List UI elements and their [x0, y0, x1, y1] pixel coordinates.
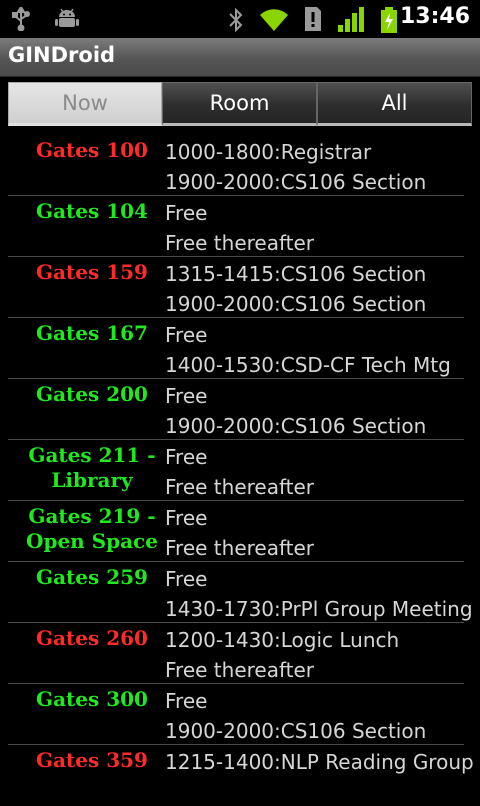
schedule-line-2: 1900-2000:CS106 Section	[165, 719, 427, 743]
room-schedule: Free 1400-1530:CSD-CF Tech Mtg	[165, 320, 451, 380]
room-name: Gates 211 - Library	[8, 443, 176, 493]
room-name-line-2: Open Space	[26, 529, 158, 553]
room-schedule: Free 1430-1730:PrPl Group Meeting	[165, 564, 473, 624]
bluetooth-icon	[229, 7, 243, 33]
room-name: Gates 104	[36, 199, 148, 223]
schedule-line-1: Free	[165, 689, 208, 713]
room-schedule: 1215-1400:NLP Reading Group	[165, 747, 474, 777]
room-name: Gates 200	[36, 382, 148, 406]
tab-room[interactable]: Room	[162, 82, 317, 126]
schedule-line-2: Free thereafter	[165, 536, 315, 560]
schedule-line-1: Free	[165, 323, 208, 347]
room-name-line-1: Gates 211 -	[28, 443, 156, 467]
status-bar: 13:46	[0, 0, 480, 38]
room-list: Gates 100 1000-1800:Registrar 1900-2000:…	[0, 135, 480, 806]
tab-all[interactable]: All	[317, 82, 472, 126]
schedule-line-1: Free	[165, 567, 208, 591]
alert-icon	[305, 7, 321, 31]
schedule-line-2: 1430-1730:PrPl Group Meeting	[165, 597, 473, 621]
title-bar: GINDroid	[0, 38, 480, 77]
room-name: Gates 259	[36, 565, 148, 589]
room-schedule: Free Free thereafter	[165, 503, 314, 563]
tab-now[interactable]: Now	[8, 82, 162, 126]
schedule-line-1: Free	[165, 384, 208, 408]
wifi-icon	[260, 9, 288, 31]
android-debug-icon	[55, 8, 79, 27]
schedule-line-1: Free	[165, 506, 208, 530]
schedule-line-1: 1200-1430:Logic Lunch	[165, 628, 400, 652]
room-name: Gates 219 - Open Space	[8, 504, 176, 554]
schedule-line-2: Free thereafter	[165, 231, 315, 255]
schedule-line-2: Free thereafter	[165, 475, 315, 499]
clock: 13:46	[399, 4, 470, 29]
room-row-gates-100[interactable]: Gates 100 1000-1800:Registrar 1900-2000:…	[8, 135, 464, 196]
schedule-line-2: 1900-2000:CS106 Section	[165, 170, 427, 194]
room-name: Gates 359	[36, 748, 148, 772]
schedule-line-2: 1900-2000:CS106 Section	[165, 292, 427, 316]
schedule-line-2: Free thereafter	[165, 658, 315, 682]
room-row-gates-200[interactable]: Gates 200 Free 1900-2000:CS106 Section	[8, 379, 464, 440]
room-schedule: 1315-1415:CS106 Section 1900-2000:CS106 …	[165, 259, 426, 319]
schedule-line-1: Free	[165, 201, 208, 225]
room-name-line-2: Library	[51, 468, 133, 492]
room-name: Gates 159	[36, 260, 148, 284]
room-name: Gates 260	[36, 626, 148, 650]
room-schedule: Free Free thereafter	[165, 442, 314, 502]
room-schedule: 1200-1430:Logic Lunch Free thereafter	[165, 625, 399, 685]
signal-icon	[338, 7, 364, 32]
room-schedule: Free 1900-2000:CS106 Section	[165, 381, 426, 441]
room-row-gates-219[interactable]: Gates 219 - Open Space Free Free thereaf…	[8, 501, 464, 562]
room-row-gates-300[interactable]: Gates 300 Free 1900-2000:CS106 Section	[8, 684, 464, 745]
room-name: Gates 100	[36, 138, 148, 162]
schedule-line-1: 1000-1800:Registrar	[165, 140, 372, 164]
room-schedule: Free Free thereafter	[165, 198, 314, 258]
battery-charging-icon	[381, 7, 397, 33]
room-row-gates-259[interactable]: Gates 259 Free 1430-1730:PrPl Group Meet…	[8, 562, 473, 623]
room-row-gates-159[interactable]: Gates 159 1315-1415:CS106 Section 1900-2…	[8, 257, 464, 318]
room-row-gates-211[interactable]: Gates 211 - Library Free Free thereafter	[8, 440, 464, 501]
schedule-line-2: 1400-1530:CSD-CF Tech Mtg	[165, 353, 451, 377]
room-schedule: 1000-1800:Registrar 1900-2000:CS106 Sect…	[165, 137, 426, 197]
room-row-gates-104[interactable]: Gates 104 Free Free thereafter	[8, 196, 464, 257]
room-name: Gates 300	[36, 687, 148, 711]
tab-bar: Now Room All	[8, 82, 472, 126]
room-row-gates-167[interactable]: Gates 167 Free 1400-1530:CSD-CF Tech Mtg	[8, 318, 464, 379]
schedule-line-2: 1900-2000:CS106 Section	[165, 414, 427, 438]
room-row-gates-260[interactable]: Gates 260 1200-1430:Logic Lunch Free the…	[8, 623, 464, 684]
room-name-line-1: Gates 219 -	[28, 504, 156, 528]
room-row-gates-359[interactable]: Gates 359 1215-1400:NLP Reading Group	[8, 745, 474, 806]
schedule-line-1: 1315-1415:CS106 Section	[165, 262, 427, 286]
schedule-line-1: Free	[165, 445, 208, 469]
usb-icon	[12, 7, 30, 31]
schedule-line-1: 1215-1400:NLP Reading Group	[165, 750, 474, 774]
room-name: Gates 167	[36, 321, 148, 345]
app-title: GINDroid	[8, 43, 116, 67]
room-schedule: Free 1900-2000:CS106 Section	[165, 686, 426, 746]
